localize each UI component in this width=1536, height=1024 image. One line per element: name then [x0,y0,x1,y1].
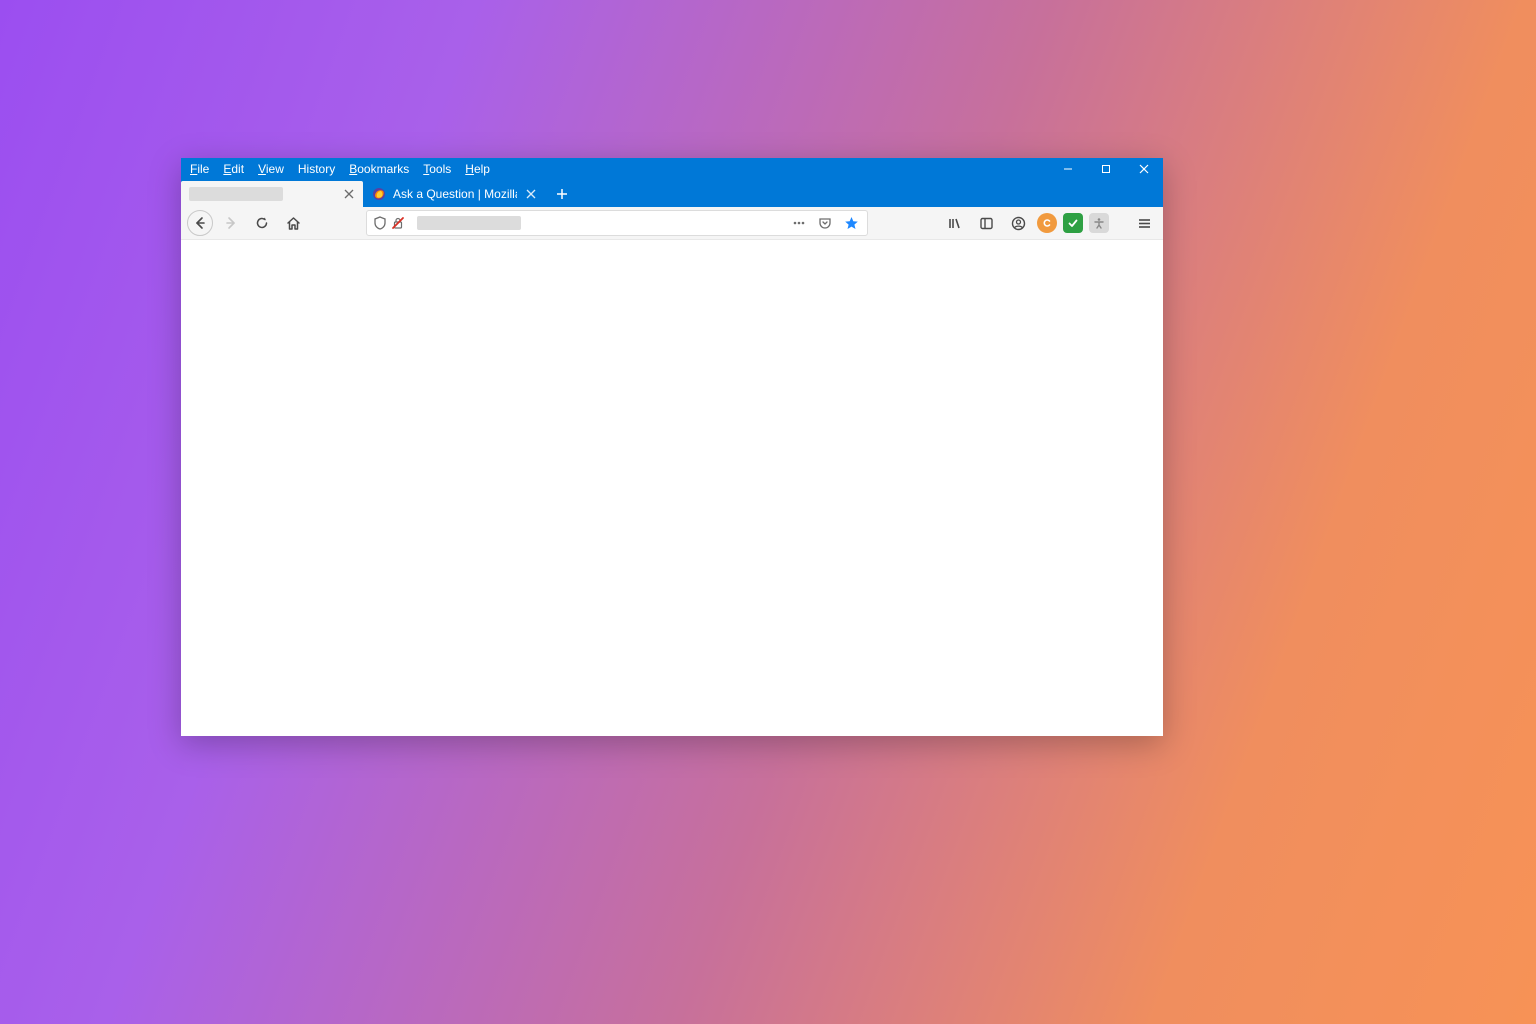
menu-file[interactable]: File [183,159,216,179]
hamburger-menu-button[interactable] [1131,210,1157,236]
tab-2[interactable]: Ask a Question | Mozilla Suppo [363,181,545,207]
accessibility-icon [1093,217,1105,229]
plus-icon [556,188,568,200]
library-button[interactable] [941,210,967,236]
pocket-icon [818,216,832,230]
library-icon [947,216,962,231]
toolbar-right [941,210,1157,236]
home-icon [286,216,301,231]
extension-c-icon [1041,217,1053,229]
close-icon [526,189,536,199]
browser-window: File Edit View History Bookmarks Tools H… [181,158,1163,736]
tab-2-close[interactable] [523,186,539,202]
sidebar-button[interactable] [973,210,999,236]
page-actions-button[interactable] [789,210,809,236]
menu-help-label: elp [474,162,490,176]
menu-view[interactable]: View [251,159,291,179]
identity-box[interactable] [373,216,409,230]
menu-view-label: iew [266,162,284,176]
minimize-button[interactable] [1049,158,1087,180]
menu-tools[interactable]: Tools [416,159,458,179]
close-icon [344,189,354,199]
maximize-button[interactable] [1087,158,1125,180]
menu-bookmarks-label: ookmarks [357,162,409,176]
url-bar[interactable] [366,210,868,236]
tab-2-label: Ask a Question | Mozilla Suppo [393,187,517,201]
forward-button[interactable] [218,210,244,236]
bookmark-button[interactable] [841,210,861,236]
menu-bookmarks[interactable]: Bookmarks [342,159,416,179]
urlbar-actions [789,210,861,236]
menu-edit[interactable]: Edit [216,159,251,179]
close-icon [1139,164,1149,174]
extension-orange[interactable] [1037,213,1057,233]
minimize-icon [1063,164,1073,174]
pocket-button[interactable] [815,210,835,236]
titlebar: File Edit View History Bookmarks Tools H… [181,158,1163,180]
window-controls [1049,158,1163,180]
menubar: File Edit View History Bookmarks Tools H… [181,159,497,179]
menu-file-label: ile [197,162,209,176]
tab-1-close[interactable] [341,186,357,202]
account-icon [1011,216,1026,231]
tabstrip: Ask a Question | Mozilla Suppo [181,180,1163,207]
maximize-icon [1101,164,1111,174]
extension-grey[interactable] [1089,213,1109,233]
menu-history[interactable]: History [291,159,342,179]
ellipsis-icon [792,216,806,230]
firefox-icon [372,187,386,201]
close-button[interactable] [1125,158,1163,180]
nav-toolbar [181,207,1163,240]
new-tab-button[interactable] [549,181,575,207]
hamburger-icon [1137,216,1152,231]
arrow-left-icon [193,216,207,230]
menu-tools-label: ools [429,162,451,176]
reload-icon [255,216,269,230]
back-button[interactable] [187,210,213,236]
url-redacted [417,216,521,230]
sidebar-icon [979,216,994,231]
shield-icon [373,216,387,230]
extension-green[interactable] [1063,213,1083,233]
tab-1[interactable] [181,181,363,207]
star-filled-icon [844,216,859,231]
checkmark-icon [1067,217,1079,229]
account-button[interactable] [1005,210,1031,236]
firefox-favicon [371,186,387,202]
home-button[interactable] [280,210,306,236]
page-content [181,240,1163,736]
insecure-connection-icon [391,216,405,230]
tab-1-redacted-title [189,187,283,201]
menu-help[interactable]: Help [458,159,497,179]
reload-button[interactable] [249,210,275,236]
arrow-right-icon [224,216,238,230]
menu-edit-label: dit [231,162,244,176]
